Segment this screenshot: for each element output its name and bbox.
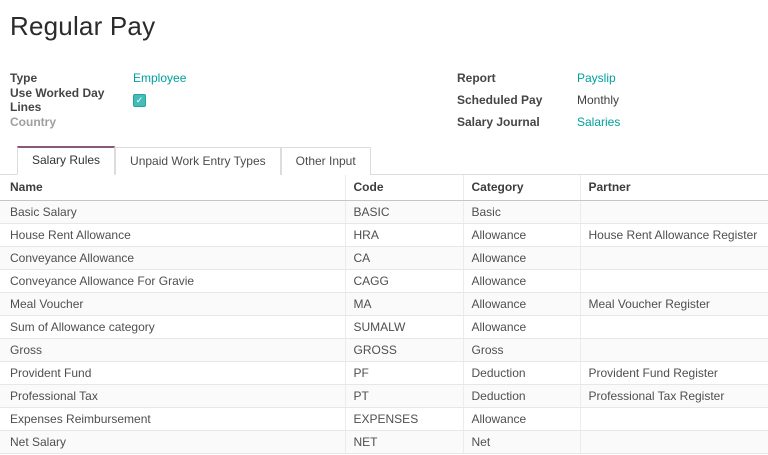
table-row-conveyance-allowance[interactable]: Conveyance AllowanceCAAllowance	[0, 247, 768, 270]
cell-category: Allowance	[463, 247, 580, 270]
salary-rules-table: NameCodeCategoryPartner Basic SalaryBASI…	[0, 175, 768, 454]
field-group-left: TypeEmployeeUse Worked Day Lines✓Country	[10, 67, 457, 133]
column-header-category[interactable]: Category	[463, 175, 580, 201]
cell-code: HRA	[345, 224, 463, 247]
cell-category: Basic	[463, 201, 580, 224]
field-salary-journal: Salary JournalSalaries	[457, 111, 768, 133]
column-header-name[interactable]: Name	[0, 175, 345, 201]
cell-name: Meal Voucher	[0, 293, 345, 316]
cell-partner	[580, 339, 768, 362]
cell-name: Sum of Allowance category	[0, 316, 345, 339]
cell-code: PT	[345, 385, 463, 408]
cell-code: NET	[345, 431, 463, 454]
table-row-house-rent-allowance[interactable]: House Rent AllowanceHRAAllowanceHouse Re…	[0, 224, 768, 247]
field-report: ReportPayslip	[457, 67, 768, 89]
cell-name: Net Salary	[0, 431, 345, 454]
cell-name: Professional Tax	[0, 385, 345, 408]
check-icon: ✓	[136, 96, 144, 105]
field-country: Country	[10, 111, 457, 133]
checkbox-use-worked-day-lines[interactable]: ✓	[133, 94, 146, 107]
cell-code: EXPENSES	[345, 408, 463, 431]
field-label-report: Report	[457, 71, 577, 85]
column-header-code[interactable]: Code	[345, 175, 463, 201]
cell-code: MA	[345, 293, 463, 316]
field-label-use-worked-day-lines: Use Worked Day Lines	[10, 86, 133, 114]
table-row-conveyance-allowance-for-gravie[interactable]: Conveyance Allowance For GravieCAGGAllow…	[0, 270, 768, 293]
field-group-right: ReportPayslipScheduled PayMonthlySalary …	[457, 67, 768, 133]
field-value-report[interactable]: Payslip	[577, 71, 616, 85]
cell-name: House Rent Allowance	[0, 224, 345, 247]
cell-category: Allowance	[463, 270, 580, 293]
cell-partner: Professional Tax Register	[580, 385, 768, 408]
table-row-professional-tax[interactable]: Professional TaxPTDeductionProfessional …	[0, 385, 768, 408]
field-label-country: Country	[10, 115, 133, 129]
table-header-row: NameCodeCategoryPartner	[0, 175, 768, 201]
cell-partner	[580, 431, 768, 454]
column-header-partner[interactable]: Partner	[580, 175, 768, 201]
field-groups: TypeEmployeeUse Worked Day Lines✓Country…	[10, 67, 768, 133]
cell-category: Gross	[463, 339, 580, 362]
cell-code: CAGG	[345, 270, 463, 293]
table-row-expenses-reimbursement[interactable]: Expenses ReimbursementEXPENSESAllowance	[0, 408, 768, 431]
table-row-basic-salary[interactable]: Basic SalaryBASICBasic	[0, 201, 768, 224]
cell-category: Deduction	[463, 385, 580, 408]
field-value-type[interactable]: Employee	[133, 71, 186, 85]
cell-code: PF	[345, 362, 463, 385]
field-label-salary-journal: Salary Journal	[457, 115, 577, 129]
cell-partner	[580, 270, 768, 293]
cell-code: GROSS	[345, 339, 463, 362]
field-value-salary-journal[interactable]: Salaries	[577, 115, 620, 129]
cell-partner	[580, 247, 768, 270]
cell-partner	[580, 408, 768, 431]
table-row-provident-fund[interactable]: Provident FundPFDeductionProvident Fund …	[0, 362, 768, 385]
page-title: Regular Pay	[0, 0, 768, 42]
table-row-gross[interactable]: GrossGROSSGross	[0, 339, 768, 362]
cell-name: Conveyance Allowance For Gravie	[0, 270, 345, 293]
cell-code: BASIC	[345, 201, 463, 224]
field-value-scheduled-pay: Monthly	[577, 93, 619, 107]
tab-other-input[interactable]: Other Input	[281, 147, 371, 175]
field-label-scheduled-pay: Scheduled Pay	[457, 93, 577, 107]
form-sheet: Regular Pay TypeEmployeeUse Worked Day L…	[0, 0, 768, 455]
cell-category: Allowance	[463, 316, 580, 339]
cell-name: Basic Salary	[0, 201, 345, 224]
field-label-type: Type	[10, 71, 133, 85]
field-use-worked-day-lines: Use Worked Day Lines✓	[10, 89, 457, 111]
cell-category: Net	[463, 431, 580, 454]
cell-partner: Provident Fund Register	[580, 362, 768, 385]
cell-category: Allowance	[463, 293, 580, 316]
cell-code: CA	[345, 247, 463, 270]
tab-unpaid-work-entry-types[interactable]: Unpaid Work Entry Types	[115, 147, 281, 175]
cell-partner	[580, 316, 768, 339]
notebook-tabs: Salary RulesUnpaid Work Entry TypesOther…	[0, 146, 768, 175]
tab-salary-rules[interactable]: Salary Rules	[17, 146, 115, 175]
cell-name: Conveyance Allowance	[0, 247, 345, 270]
cell-name: Provident Fund	[0, 362, 345, 385]
cell-name: Expenses Reimbursement	[0, 408, 345, 431]
cell-code: SUMALW	[345, 316, 463, 339]
field-scheduled-pay: Scheduled PayMonthly	[457, 89, 768, 111]
cell-category: Allowance	[463, 224, 580, 247]
table-row-meal-voucher[interactable]: Meal VoucherMAAllowanceMeal Voucher Regi…	[0, 293, 768, 316]
table-row-net-salary[interactable]: Net SalaryNETNet	[0, 431, 768, 454]
cell-category: Allowance	[463, 408, 580, 431]
cell-name: Gross	[0, 339, 345, 362]
cell-partner	[580, 201, 768, 224]
table-row-sum-of-allowance-category[interactable]: Sum of Allowance categorySUMALWAllowance	[0, 316, 768, 339]
cell-partner: House Rent Allowance Register	[580, 224, 768, 247]
cell-category: Deduction	[463, 362, 580, 385]
cell-partner: Meal Voucher Register	[580, 293, 768, 316]
